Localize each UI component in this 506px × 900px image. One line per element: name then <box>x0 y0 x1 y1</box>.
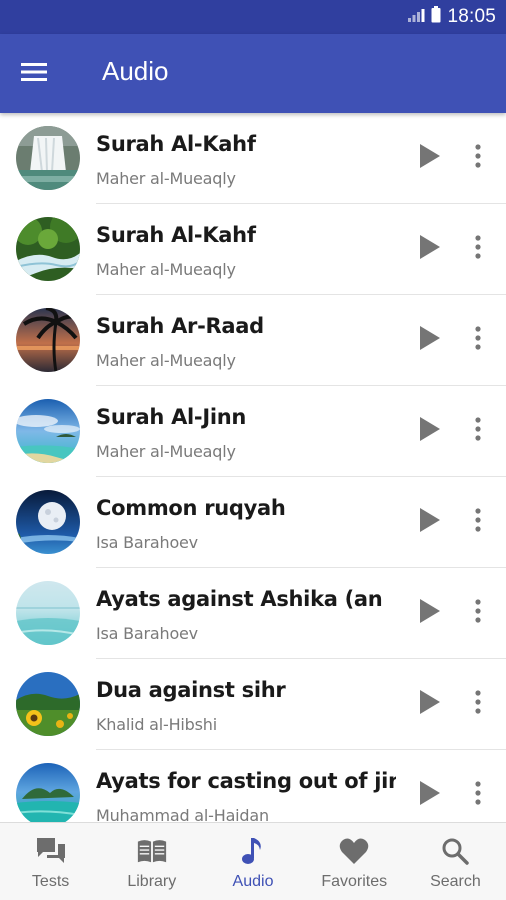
play-icon <box>419 416 441 447</box>
track-row[interactable]: Surah Al-Kahf Maher al-Mueaqly <box>0 113 506 204</box>
track-title: Surah Al-Kahf <box>96 132 256 156</box>
track-title: Ayats for casting out of jinn <box>96 769 396 793</box>
track-reciter: Muhammad al-Haidan <box>96 806 269 822</box>
play-icon <box>419 780 441 811</box>
chat-bubbles-icon <box>35 835 67 867</box>
nav-label: Tests <box>31 873 70 890</box>
status-time: 18:05 <box>447 6 496 27</box>
battery-icon <box>431 6 441 28</box>
nav-label: Library <box>127 873 177 890</box>
more-options-button[interactable] <box>462 229 494 269</box>
track-thumbnail-moon-night <box>16 490 80 554</box>
track-thumbnail-waterfall <box>16 126 80 190</box>
menu-button[interactable] <box>14 54 54 94</box>
play-button[interactable] <box>410 229 450 269</box>
track-title: Surah Al-Kahf <box>96 223 256 247</box>
nav-label: Audio <box>232 873 274 890</box>
more-vert-icon <box>475 507 481 537</box>
nav-item-search[interactable]: Search <box>405 823 506 900</box>
app-bar: Audio <box>0 34 506 113</box>
more-vert-icon <box>475 598 481 628</box>
track-row[interactable]: Surah Al-Kahf Maher al-Mueaqly <box>0 204 506 295</box>
play-icon <box>419 507 441 538</box>
more-options-button[interactable] <box>462 138 494 178</box>
track-thumbnail-sunflower-field <box>16 672 80 736</box>
nav-item-favorites[interactable]: Favorites <box>304 823 405 900</box>
search-icon <box>439 835 471 867</box>
more-vert-icon <box>475 325 481 355</box>
page-title: Audio <box>102 56 169 86</box>
more-vert-icon <box>475 780 481 810</box>
nav-label: Favorites <box>321 873 388 890</box>
track-row[interactable]: Surah Ar-Raad Maher al-Mueaqly <box>0 295 506 386</box>
more-vert-icon <box>475 143 481 173</box>
play-icon <box>419 689 441 720</box>
more-options-button[interactable] <box>462 320 494 360</box>
track-reciter: Isa Barahoev <box>96 624 198 643</box>
play-icon <box>419 325 441 356</box>
track-thumbnail-palm-sunset <box>16 308 80 372</box>
track-title: Common ruqyah <box>96 496 286 520</box>
track-reciter: Maher al-Mueaqly <box>96 260 236 279</box>
play-icon <box>419 234 441 265</box>
track-row[interactable]: Ayats against Ashika (an Isa Barahoev <box>0 568 506 659</box>
more-vert-icon <box>475 416 481 446</box>
play-icon <box>419 598 441 629</box>
track-thumbnail-island-lagoon <box>16 763 80 822</box>
play-button[interactable] <box>410 593 450 633</box>
play-button[interactable] <box>410 684 450 724</box>
more-options-button[interactable] <box>462 684 494 724</box>
signal-icon <box>407 7 425 28</box>
hamburger-menu-icon <box>21 62 47 87</box>
track-row[interactable]: Surah Al-Jinn Maher al-Mueaqly <box>0 386 506 477</box>
track-title: Surah Al-Jinn <box>96 405 247 429</box>
play-button[interactable] <box>410 320 450 360</box>
more-vert-icon <box>475 234 481 264</box>
music-note-icon <box>237 835 269 867</box>
play-icon <box>419 143 441 174</box>
play-button[interactable] <box>410 502 450 542</box>
track-title: Surah Ar-Raad <box>96 314 264 338</box>
track-title: Dua against sihr <box>96 678 286 702</box>
play-button[interactable] <box>410 138 450 178</box>
track-reciter: Khalid al-Hibshi <box>96 715 217 734</box>
play-button[interactable] <box>410 411 450 451</box>
track-list[interactable]: Surah Al-Kahf Maher al-Mueaqly Surah Al-… <box>0 113 506 822</box>
track-thumbnail-tropical-sky <box>16 399 80 463</box>
track-reciter: Isa Barahoev <box>96 533 198 552</box>
track-reciter: Maher al-Mueaqly <box>96 442 236 461</box>
more-options-button[interactable] <box>462 775 494 815</box>
more-options-button[interactable] <box>462 593 494 633</box>
more-options-button[interactable] <box>462 502 494 542</box>
more-options-button[interactable] <box>462 411 494 451</box>
nav-item-audio[interactable]: Audio <box>202 823 303 900</box>
track-row[interactable]: Dua against sihr Khalid al-Hibshi <box>0 659 506 750</box>
nav-item-tests[interactable]: Tests <box>0 823 101 900</box>
track-reciter: Maher al-Mueaqly <box>96 169 236 188</box>
nav-label: Search <box>430 873 481 890</box>
play-button[interactable] <box>410 775 450 815</box>
heart-icon <box>338 835 370 867</box>
bottom-navigation: Tests Library Audio Favorites Search <box>0 822 506 900</box>
track-row[interactable]: Common ruqyah Isa Barahoev <box>0 477 506 568</box>
more-vert-icon <box>475 689 481 719</box>
track-thumbnail-calm-sea <box>16 581 80 645</box>
status-bar: 18:05 <box>0 0 506 34</box>
open-book-icon <box>136 835 168 867</box>
track-reciter: Maher al-Mueaqly <box>96 351 236 370</box>
track-row[interactable]: Ayats for casting out of jinn Muhammad a… <box>0 750 506 822</box>
nav-item-library[interactable]: Library <box>101 823 202 900</box>
track-thumbnail-forest-stream <box>16 217 80 281</box>
status-icons: 18:05 <box>407 6 496 28</box>
track-title: Ayats against Ashika (an <box>96 587 383 611</box>
